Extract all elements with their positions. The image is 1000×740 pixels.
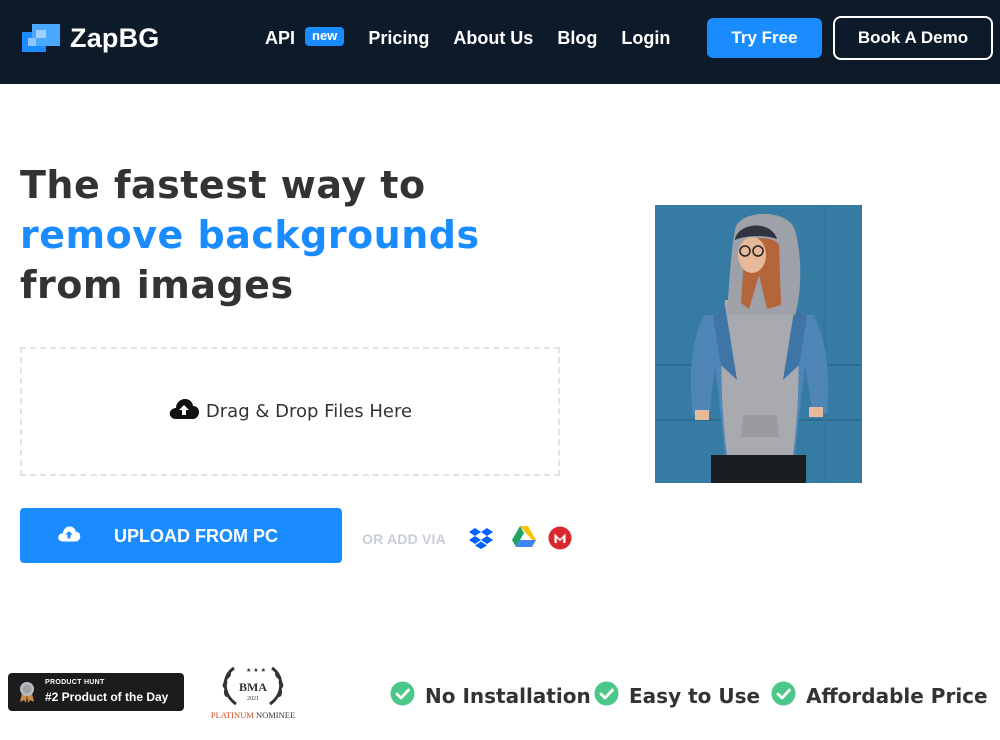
nav-link-api[interactable]: API new bbox=[265, 26, 345, 50]
feature-affordable-price: Affordable Price bbox=[771, 681, 988, 711]
google-drive-icon[interactable] bbox=[511, 525, 537, 553]
feature-no-installation: No Installation bbox=[390, 681, 591, 711]
nav-link-pricing[interactable]: Pricing bbox=[368, 26, 429, 50]
dropbox-icon[interactable] bbox=[468, 526, 494, 555]
check-circle-icon bbox=[771, 681, 796, 711]
nav-links: API new Pricing About Us Blog Login bbox=[265, 26, 694, 50]
feature-easy-to-use: Easy to Use bbox=[594, 681, 760, 711]
book-demo-button[interactable]: Book A Demo bbox=[833, 16, 993, 60]
product-hunt-badge[interactable]: PRODUCT HUNT #2 Product of the Day bbox=[8, 673, 184, 711]
bma-platinum-label: PLATINUM bbox=[210, 710, 254, 720]
or-add-via-label: OR ADD VIA bbox=[362, 531, 446, 547]
hero-line-2: remove backgrounds bbox=[20, 213, 480, 257]
bma-caption: PLATINUM NOMINEE bbox=[210, 710, 296, 720]
hero-line-1: The fastest way to bbox=[20, 163, 426, 207]
check-circle-icon bbox=[594, 681, 619, 711]
feature-label: No Installation bbox=[425, 684, 591, 708]
product-hunt-label: PRODUCT HUNT bbox=[45, 679, 105, 686]
top-nav: ZapBG API new Pricing About Us Blog Login… bbox=[0, 0, 1000, 84]
check-circle-icon bbox=[390, 681, 415, 711]
hero-sample-photo bbox=[655, 205, 862, 483]
svg-text:★ ★ ★: ★ ★ ★ bbox=[246, 667, 266, 674]
laurel-wreath-icon: ★ ★ ★ BMA 2021 bbox=[222, 666, 284, 706]
svg-text:2021: 2021 bbox=[247, 696, 259, 702]
svg-text:BMA: BMA bbox=[239, 680, 267, 694]
zapbg-logo-icon bbox=[22, 22, 62, 54]
upload-from-pc-button[interactable]: UPLOAD FROM PC bbox=[20, 508, 342, 563]
nav-link-login[interactable]: Login bbox=[621, 26, 670, 50]
bma-platinum-nominee-badge: ★ ★ ★ BMA 2021 PLATINUM NOMINEE bbox=[210, 662, 296, 722]
bma-nominee-label: NOMINEE bbox=[255, 710, 296, 720]
drag-drop-zone[interactable]: Drag & Drop Files Here bbox=[20, 347, 560, 476]
mega-icon[interactable] bbox=[548, 526, 572, 555]
feature-label: Affordable Price bbox=[806, 684, 988, 708]
medal-icon bbox=[18, 681, 36, 708]
hero-title: The fastest way to remove backgrounds fr… bbox=[20, 160, 480, 310]
product-hunt-rank: #2 Product of the Day bbox=[45, 690, 169, 704]
dropzone-label: Drag & Drop Files Here bbox=[205, 401, 413, 422]
nav-link-about-us[interactable]: About Us bbox=[453, 26, 533, 50]
upload-button-label: UPLOAD FROM PC bbox=[114, 526, 278, 546]
feature-label: Easy to Use bbox=[629, 684, 761, 708]
nav-link-blog[interactable]: Blog bbox=[557, 26, 597, 50]
cloud-upload-icon bbox=[168, 397, 200, 426]
brand-logo[interactable]: ZapBG bbox=[22, 22, 160, 54]
try-free-button[interactable]: Try Free bbox=[707, 18, 822, 58]
new-badge: new bbox=[305, 27, 345, 46]
hero-line-3: from images bbox=[20, 263, 294, 307]
brand-name: ZapBG bbox=[70, 22, 160, 53]
cloud-upload-icon bbox=[57, 525, 81, 548]
